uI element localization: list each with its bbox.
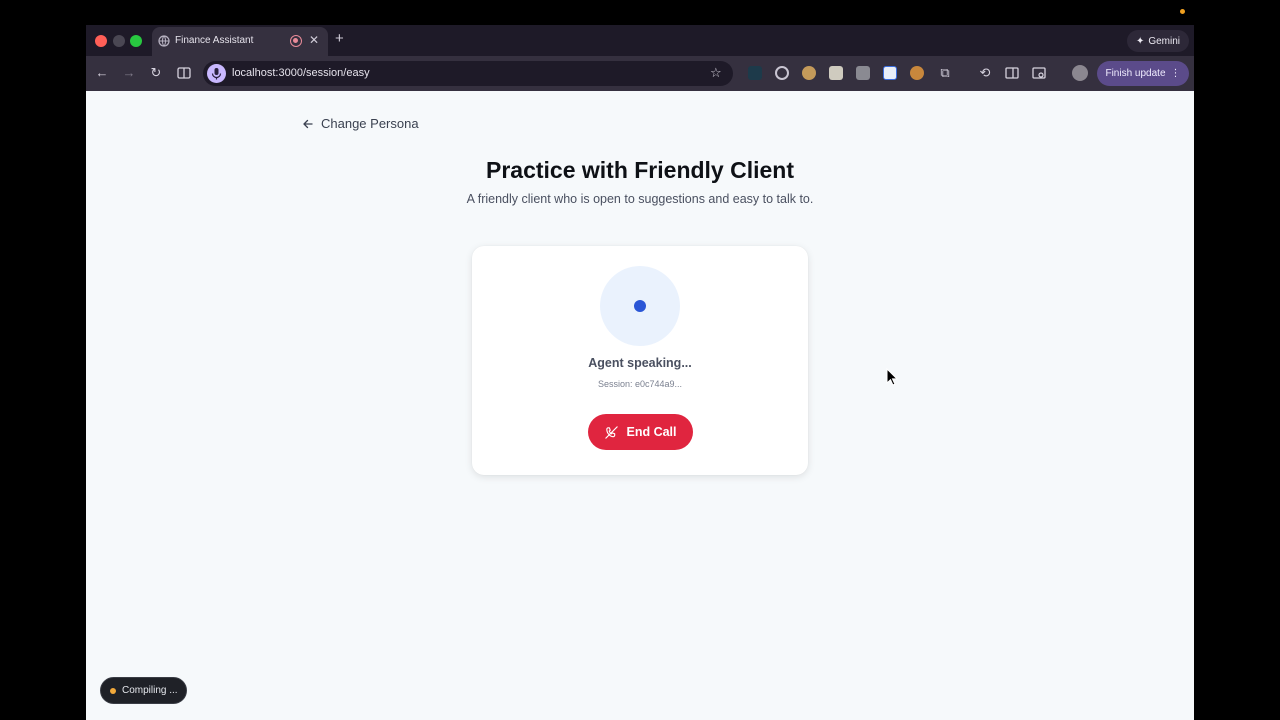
cookie-extension-icon[interactable] xyxy=(910,66,924,80)
compiling-indicator: Compiling ... xyxy=(100,677,187,704)
finish-update-label: Finish update xyxy=(1105,68,1166,79)
maximize-window-button[interactable] xyxy=(130,35,142,47)
change-persona-label: Change Persona xyxy=(321,116,419,131)
session-id: Session: e0c744a9... xyxy=(597,379,683,389)
target-extension-icon[interactable] xyxy=(775,66,789,80)
k-extension-icon[interactable] xyxy=(829,66,843,80)
side-panel-icon[interactable] xyxy=(176,65,192,81)
speaking-indicator xyxy=(600,266,680,346)
address-bar[interactable]: localhost:3000/session/easy ☆ xyxy=(203,61,733,86)
call-status: Agent speaking... xyxy=(588,356,692,370)
reload-icon[interactable]: ↻ xyxy=(148,65,164,81)
tab-title: Finance Assistant xyxy=(175,35,254,46)
profile-avatar[interactable] xyxy=(1072,65,1088,81)
end-call-button[interactable]: End Call xyxy=(588,414,693,450)
page-subtitle: A friendly client who is open to suggest… xyxy=(466,192,814,206)
menu-bar-status-dot xyxy=(1180,9,1185,14)
call-card: Agent speaking... Session: e0c744a9... E… xyxy=(472,246,808,475)
globe-icon xyxy=(158,35,170,47)
tab-finance-assistant[interactable]: Finance Assistant ✕ xyxy=(152,27,328,56)
menu-icon: ⋮ xyxy=(1170,68,1181,79)
speaking-dot xyxy=(634,300,646,312)
arrow-left-icon xyxy=(303,119,313,128)
gemini-label: Gemini xyxy=(1148,35,1181,47)
new-tab-icon[interactable]: + xyxy=(335,31,344,47)
close-window-button[interactable] xyxy=(95,35,107,47)
phone-off-icon xyxy=(605,425,619,439)
react-devtools-icon[interactable] xyxy=(748,66,762,80)
page-title: Practice with Friendly Client xyxy=(485,157,795,183)
change-persona-link[interactable]: Change Persona xyxy=(303,116,419,131)
search-tab-icon[interactable] xyxy=(1031,65,1047,81)
url-text: localhost:3000/session/easy xyxy=(232,67,370,79)
gemini-button[interactable]: ✦ Gemini xyxy=(1127,30,1189,52)
mouse-cursor-icon xyxy=(886,368,898,386)
tab-strip: Finance Assistant ✕ + ✦ Gemini xyxy=(86,25,1194,56)
page-content: Change Persona Practice with Friendly Cl… xyxy=(86,91,1194,720)
browser-window: Finance Assistant ✕ + ✦ Gemini ← → ↻ loc… xyxy=(86,25,1194,720)
microphone-icon[interactable] xyxy=(207,64,226,83)
extensions-icon[interactable]: ⧉ xyxy=(937,65,953,81)
bookmark-star-icon[interactable]: ☆ xyxy=(710,65,722,81)
forward-icon[interactable]: → xyxy=(121,65,137,81)
compiling-dot xyxy=(110,687,116,694)
minimize-window-button[interactable] xyxy=(113,35,125,47)
reading-list-icon[interactable] xyxy=(1004,65,1020,81)
sparkle-icon: ✦ xyxy=(1135,35,1145,47)
avatar-extension-icon[interactable] xyxy=(802,66,816,80)
finish-update-button[interactable]: Finish update ⋮ xyxy=(1097,61,1189,86)
recording-icon xyxy=(290,35,302,47)
desktop: Finance Assistant ✕ + ✦ Gemini ← → ↻ loc… xyxy=(0,0,1280,720)
back-icon[interactable]: ← xyxy=(94,65,110,81)
history-icon[interactable]: ⟲ xyxy=(977,65,993,81)
compiling-label: Compiling ... xyxy=(122,685,178,696)
browser-toolbar: ← → ↻ localhost:3000/session/easy ☆ ⧉ ⟲ … xyxy=(86,56,1194,91)
tab-close-icon[interactable]: ✕ xyxy=(309,33,319,47)
end-call-label: End Call xyxy=(626,425,677,439)
bolt-extension-icon[interactable] xyxy=(856,66,870,80)
window-extension-icon[interactable] xyxy=(883,66,897,80)
